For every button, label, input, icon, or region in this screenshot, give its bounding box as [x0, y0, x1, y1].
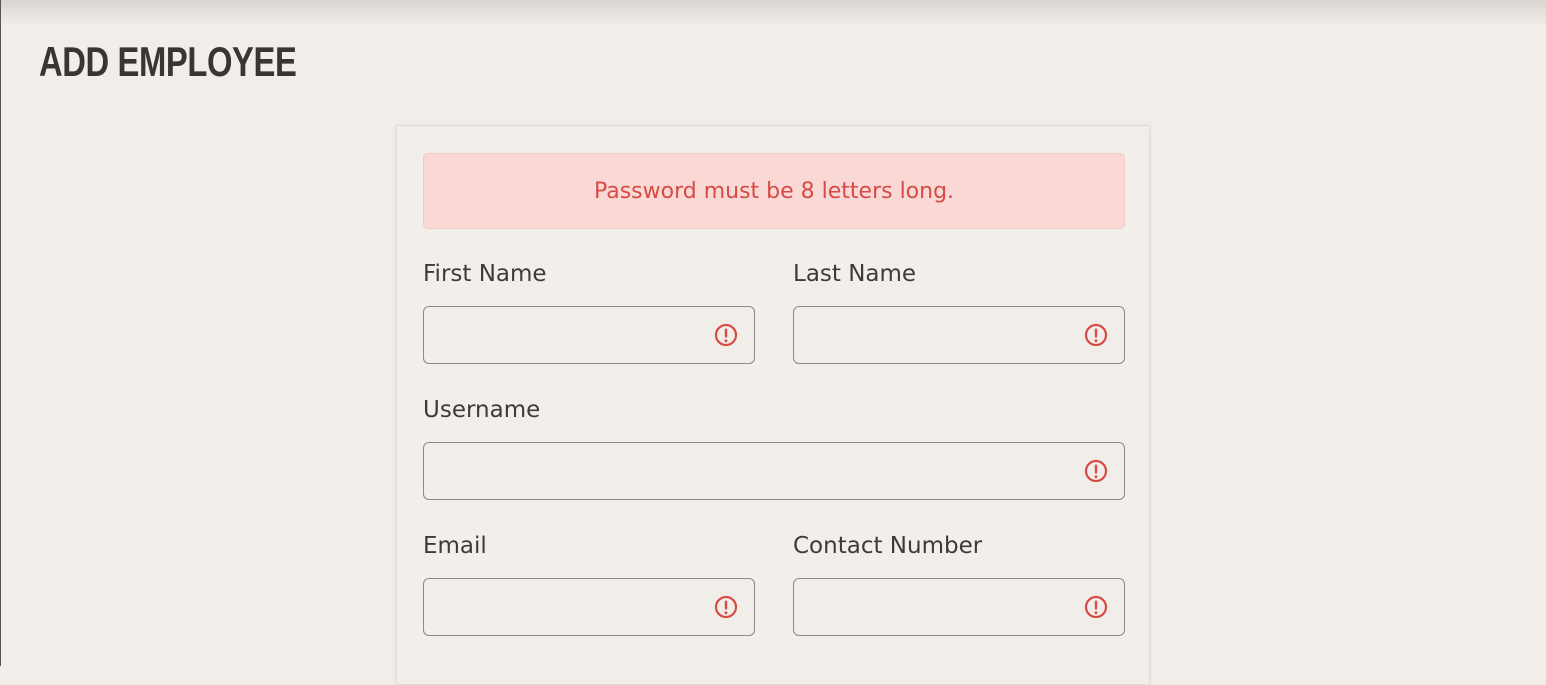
username-field[interactable] [423, 442, 1125, 500]
contact-number-input[interactable] [794, 579, 1080, 635]
error-alert-message: Password must be 8 letters long. [593, 179, 955, 204]
first-name-field[interactable] [423, 306, 755, 364]
username-label: Username [423, 397, 541, 423]
contact-number-label: Contact Number [793, 533, 983, 559]
alert-circle-icon [1084, 595, 1108, 619]
first-name-label: First Name [423, 261, 547, 287]
error-alert: Password must be 8 letters long. [423, 153, 1125, 229]
last-name-input[interactable] [794, 307, 1080, 363]
email-field[interactable] [423, 578, 755, 636]
email-label: Email [423, 533, 487, 559]
alert-circle-icon [1084, 323, 1108, 347]
alert-circle-icon [1084, 459, 1108, 483]
alert-circle-icon [714, 595, 738, 619]
page-left-border [0, 0, 1, 666]
email-input[interactable] [424, 579, 710, 635]
alert-circle-icon [714, 323, 738, 347]
username-input[interactable] [424, 443, 1080, 499]
page-title: ADD EMPLOYEE [39, 38, 297, 85]
last-name-label: Last Name [793, 261, 917, 287]
add-employee-form: Password must be 8 letters long. First N… [396, 125, 1150, 685]
first-name-input[interactable] [424, 307, 710, 363]
contact-number-field[interactable] [793, 578, 1125, 636]
last-name-field[interactable] [793, 306, 1125, 364]
top-shadow [0, 0, 1546, 26]
